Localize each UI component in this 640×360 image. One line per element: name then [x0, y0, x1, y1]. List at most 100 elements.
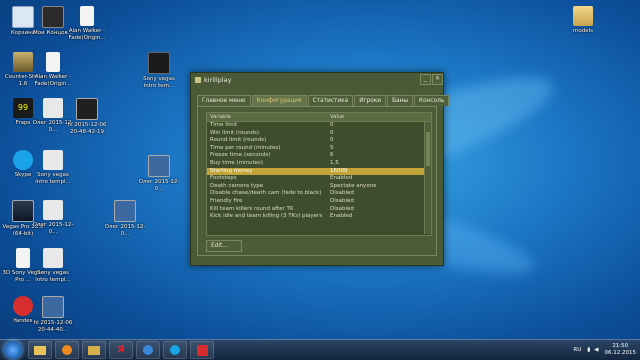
table-row[interactable]: Round limit (rounds) 0 [207, 137, 431, 145]
desktop-icon-alan-walker-2[interactable]: Alan Walker - Fade(Origin... [32, 52, 74, 87]
variables-table: Variable Value Time limit 0 Win limit (ro… [206, 112, 432, 236]
desktop-icon-hl-1[interactable]: hl 2015-12-06 20-48-42-19 [66, 98, 108, 135]
language-indicator[interactable]: RU [573, 347, 581, 353]
column-header-value[interactable]: Value [327, 113, 431, 121]
network-icon[interactable]: ▮ [587, 347, 590, 353]
clock-date: 06.12.2015 [604, 350, 637, 356]
cell-value: 6 [330, 152, 334, 159]
table-row[interactable]: Disable chase/death cam (fade to black) D… [207, 190, 431, 198]
taskbar-skype-button[interactable] [163, 341, 187, 359]
table-row[interactable]: Buy time (minutes) 1.5 [207, 160, 431, 168]
taskbar-media-button[interactable] [55, 341, 79, 359]
folder-icon [88, 345, 100, 355]
cell-value: Disabled [330, 205, 354, 212]
cell-value: 1.5 [330, 159, 339, 166]
desktop-icon-models[interactable]: models [562, 6, 604, 35]
table-row[interactable]: Kick idle and team killing (3 TKs) playe… [207, 213, 431, 221]
taskbar-yandex-button[interactable]: Я [109, 341, 133, 359]
tab-players[interactable]: Игроки [354, 95, 387, 106]
app-icon [196, 344, 208, 356]
archive-icon [43, 248, 63, 268]
cell-value: 0 [330, 137, 334, 144]
desktop-icon-alan-walker-1[interactable]: Alan Walker - Fade(Origin... [66, 6, 108, 41]
table-row[interactable]: Kill team killers round after TK Disabled [207, 206, 431, 214]
minimize-button[interactable]: _ [420, 74, 431, 85]
cell-variable: Kill team killers round after TK [210, 205, 294, 212]
table-row-selected[interactable]: Starting money 16000 [207, 167, 431, 176]
desktop-icon-sony-vegas-intro-2[interactable]: Sony vegas intro templ... [32, 150, 74, 185]
cell-variable: Win limit (rounds) [210, 129, 260, 136]
video-icon [42, 296, 64, 318]
recycle-bin-icon [12, 6, 34, 28]
tab-statistics[interactable]: Статистика [307, 95, 354, 106]
archive-icon [148, 52, 170, 74]
cell-variable: Buy time (minutes) [210, 159, 263, 166]
desktop-icon-oleg-2[interactable]: Олег 2015-12-0... [138, 155, 180, 192]
table-row[interactable]: Death camera type Spectate anyone [207, 183, 431, 191]
scrollbar-thumb[interactable] [426, 132, 430, 166]
table-row[interactable]: Time per round (minutes) 5 [207, 145, 431, 153]
tab-bans[interactable]: Баны [387, 95, 413, 106]
cell-value: Enabled [330, 175, 353, 182]
vegas-pro-icon [12, 200, 34, 222]
table-row[interactable]: Time limit 0 [207, 122, 431, 130]
clock-time: 21:50 [612, 343, 629, 349]
image-icon [43, 200, 63, 220]
cell-value: 0 [330, 129, 334, 136]
close-button[interactable]: ✕ [432, 74, 443, 85]
taskbar-app-button[interactable] [190, 341, 214, 359]
desktop-icon-sony-vegas-intro-1[interactable]: Sony vegas intro tem... [138, 52, 180, 89]
cell-variable: Kick idle and team killing (3 TKs) playe… [210, 213, 323, 220]
column-header-variable[interactable]: Variable [207, 113, 327, 121]
tab-console[interactable]: Консоль [413, 95, 450, 106]
skype-icon [13, 150, 33, 170]
tab-configuration[interactable]: Конфигурация [251, 95, 307, 106]
clock[interactable]: 21:50 06.12.2015 [605, 343, 637, 357]
cell-value: Enabled [330, 213, 353, 220]
cell-variable: Round limit (rounds) [210, 137, 267, 144]
file-icon [80, 6, 94, 26]
cell-variable: Death camera type [210, 182, 264, 189]
cell-variable: Friendly fire [210, 197, 243, 204]
cell-variable: Freeze time (seconds) [210, 152, 271, 159]
table-header: Variable Value [207, 113, 431, 122]
app-icon [195, 76, 201, 83]
table-row[interactable]: Friendly fire Disabled [207, 198, 431, 206]
window-title: kirillplay [204, 75, 232, 84]
volume-icon[interactable]: ◀ [594, 347, 598, 353]
window-titlebar[interactable]: kirillplay _ ✕ [191, 73, 443, 86]
file-icon [46, 52, 60, 72]
edit-button[interactable]: Edit... [206, 240, 242, 252]
cell-value: 16000 [330, 167, 348, 174]
taskbar-browser-button[interactable] [136, 341, 160, 359]
cell-variable: Starting money [210, 167, 253, 174]
desktop-icon-oleg-3[interactable]: Олег 2015-12-0... [32, 200, 74, 235]
start-button[interactable] [4, 341, 22, 359]
cell-value: 5 [330, 144, 334, 151]
cell-value: Disabled [330, 197, 354, 204]
table-row[interactable]: Freeze time (seconds) 6 [207, 152, 431, 160]
skype-icon [170, 345, 180, 355]
video-icon [76, 98, 98, 120]
yandex-icon: Я [117, 345, 125, 355]
taskbar: Я RU ▮ ◀ 21:50 06.12.2015 [0, 339, 640, 360]
taskbar-explorer-button[interactable] [28, 341, 52, 359]
configuration-panel: Variable Value Time limit 0 Win limit (ro… [197, 106, 437, 256]
yandex-icon [13, 296, 33, 316]
cell-value: Disabled [330, 190, 354, 197]
table-row[interactable]: Win limit (rounds) 0 [207, 130, 431, 138]
cell-variable: Time limit [210, 122, 238, 128]
cell-value: Spectate anyone [330, 182, 377, 189]
folder-icon [573, 6, 593, 26]
archive-icon [43, 150, 63, 170]
desktop-icon-oleg-4[interactable]: Олег 2015-12-0... [104, 200, 146, 237]
system-tray: RU ▮ ◀ 21:50 06.12.2015 [573, 343, 640, 357]
desktop-icon-hl-2[interactable]: hl 2015-12-06 20-44-40... [32, 296, 74, 333]
desktop-icon-sony-vegas-intro-3[interactable]: Sony vegas intro templ... [32, 248, 74, 283]
cell-variable: Footsteps [210, 175, 237, 182]
media-player-icon [62, 345, 72, 355]
taskbar-folder-button[interactable] [82, 341, 106, 359]
vertical-scrollbar[interactable] [424, 122, 431, 234]
tab-main-menu[interactable]: Главное меню [197, 95, 251, 106]
table-row[interactable]: Footsteps Enabled [207, 175, 431, 183]
